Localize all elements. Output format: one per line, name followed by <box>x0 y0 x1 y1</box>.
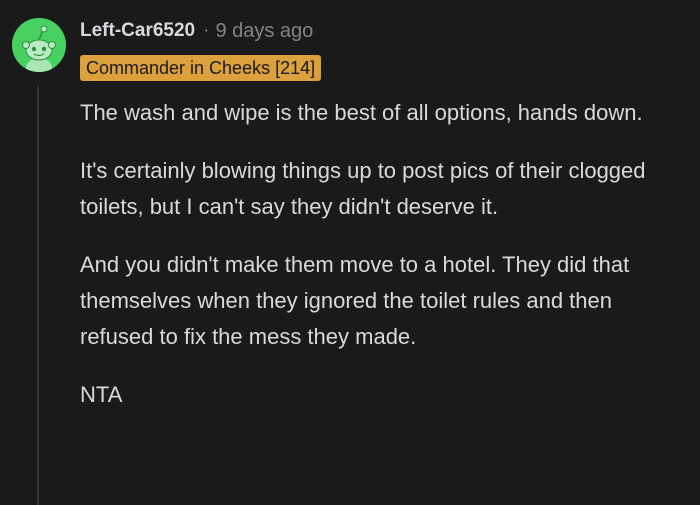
thread-line[interactable] <box>37 86 39 505</box>
comment-paragraph: And you didn't make them move to a hotel… <box>80 252 630 349</box>
snoo-avatar-icon <box>12 18 66 72</box>
meta-separator: · <box>203 20 210 41</box>
comment-header: Left-Car6520 · 9 days ago <box>80 16 313 46</box>
comment-body: The wash and wipe is the best of all opt… <box>80 95 680 435</box>
user-flair: Commander in Cheeks [214] <box>80 55 322 81</box>
username-link[interactable]: Left-Car6520 <box>80 20 195 42</box>
comment-paragraph: It's certainly blowing things up to post… <box>80 158 646 219</box>
comment: Left-Car6520 · 9 days ago Commander in C… <box>0 0 700 505</box>
comment-paragraph: The wash and wipe is the best of all opt… <box>80 100 643 125</box>
timestamp[interactable]: 9 days ago <box>215 20 313 43</box>
avatar[interactable] <box>12 18 66 72</box>
comment-paragraph: NTA <box>80 382 123 407</box>
